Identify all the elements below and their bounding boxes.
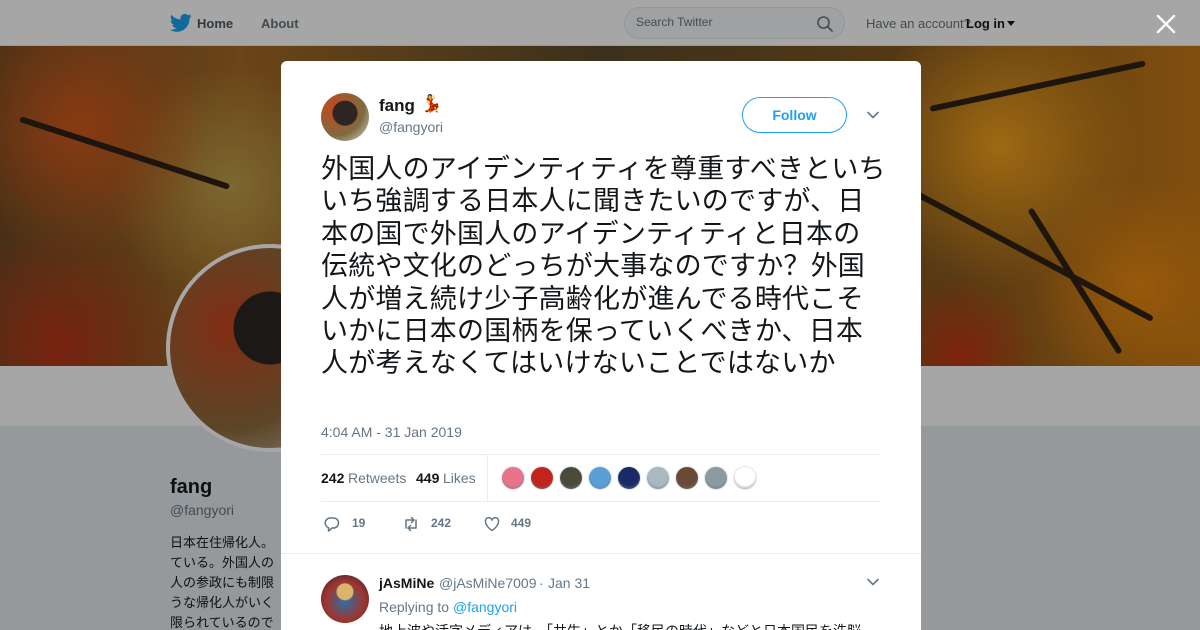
tweet-timestamp[interactable]: 4:04 AM - 31 Jan 2019 [321, 424, 462, 440]
reply-count[interactable]: 19 [352, 516, 365, 530]
liker-avatar[interactable] [733, 466, 757, 490]
reply-separator: · [539, 575, 544, 591]
reply-date[interactable]: Jan 31 [548, 575, 590, 591]
author-name[interactable]: fang [379, 96, 415, 116]
reply-chevron-down-icon[interactable] [867, 578, 879, 586]
liker-avatar[interactable] [588, 466, 612, 490]
reply-author-avatar[interactable] [321, 575, 369, 623]
tweet-modal: fang 💃 @fangyori Follow 外国人のアイデンティティを尊重す… [281, 61, 921, 630]
dancer-emoji-icon: 💃 [421, 94, 443, 113]
replying-to-handle[interactable]: @fangyori [453, 599, 517, 615]
liker-avatar[interactable] [675, 466, 699, 490]
reply-text: 地上波や活字メディアは、「共生」とか「移民の時代」などと日本国民を洗脳 [379, 622, 879, 630]
retweets-label[interactable]: Retweets [348, 470, 406, 486]
retweets-count[interactable]: 242 [321, 470, 344, 486]
heart-icon[interactable] [483, 515, 501, 533]
reply-icon[interactable] [323, 515, 341, 533]
stats-divider [487, 455, 488, 502]
tweet-stats: 242 Retweets 449 Likes [321, 454, 881, 502]
follow-button[interactable]: Follow [742, 97, 847, 133]
liker-avatar[interactable] [501, 466, 525, 490]
close-icon[interactable] [1156, 14, 1176, 34]
liker-avatar[interactable] [530, 466, 554, 490]
replies-divider [281, 553, 921, 563]
author-handle[interactable]: @fangyori [379, 119, 443, 135]
liker-avatar[interactable] [704, 466, 728, 490]
retweet-icon[interactable] [402, 515, 420, 533]
liker-avatar[interactable] [559, 466, 583, 490]
like-count[interactable]: 449 [511, 516, 531, 530]
chevron-down-icon[interactable] [867, 111, 879, 119]
tweet-actions: 19 242 449 [321, 512, 881, 536]
likes-label[interactable]: Likes [443, 470, 476, 486]
likes-count[interactable]: 449 [416, 470, 439, 486]
retweet-count[interactable]: 242 [431, 516, 451, 530]
tweet-text: 外国人のアイデンティティを尊重すべきといちいち強調する日本人に聞きたいのですが、… [321, 154, 886, 380]
liker-avatar[interactable] [617, 466, 641, 490]
replying-to-label: Replying to [379, 599, 450, 615]
reply-author-name[interactable]: jAsMiNe [379, 575, 434, 591]
author-avatar[interactable] [321, 93, 369, 141]
liker-avatar[interactable] [646, 466, 670, 490]
reply-author-handle[interactable]: @jAsMiNe7009 [439, 575, 536, 591]
